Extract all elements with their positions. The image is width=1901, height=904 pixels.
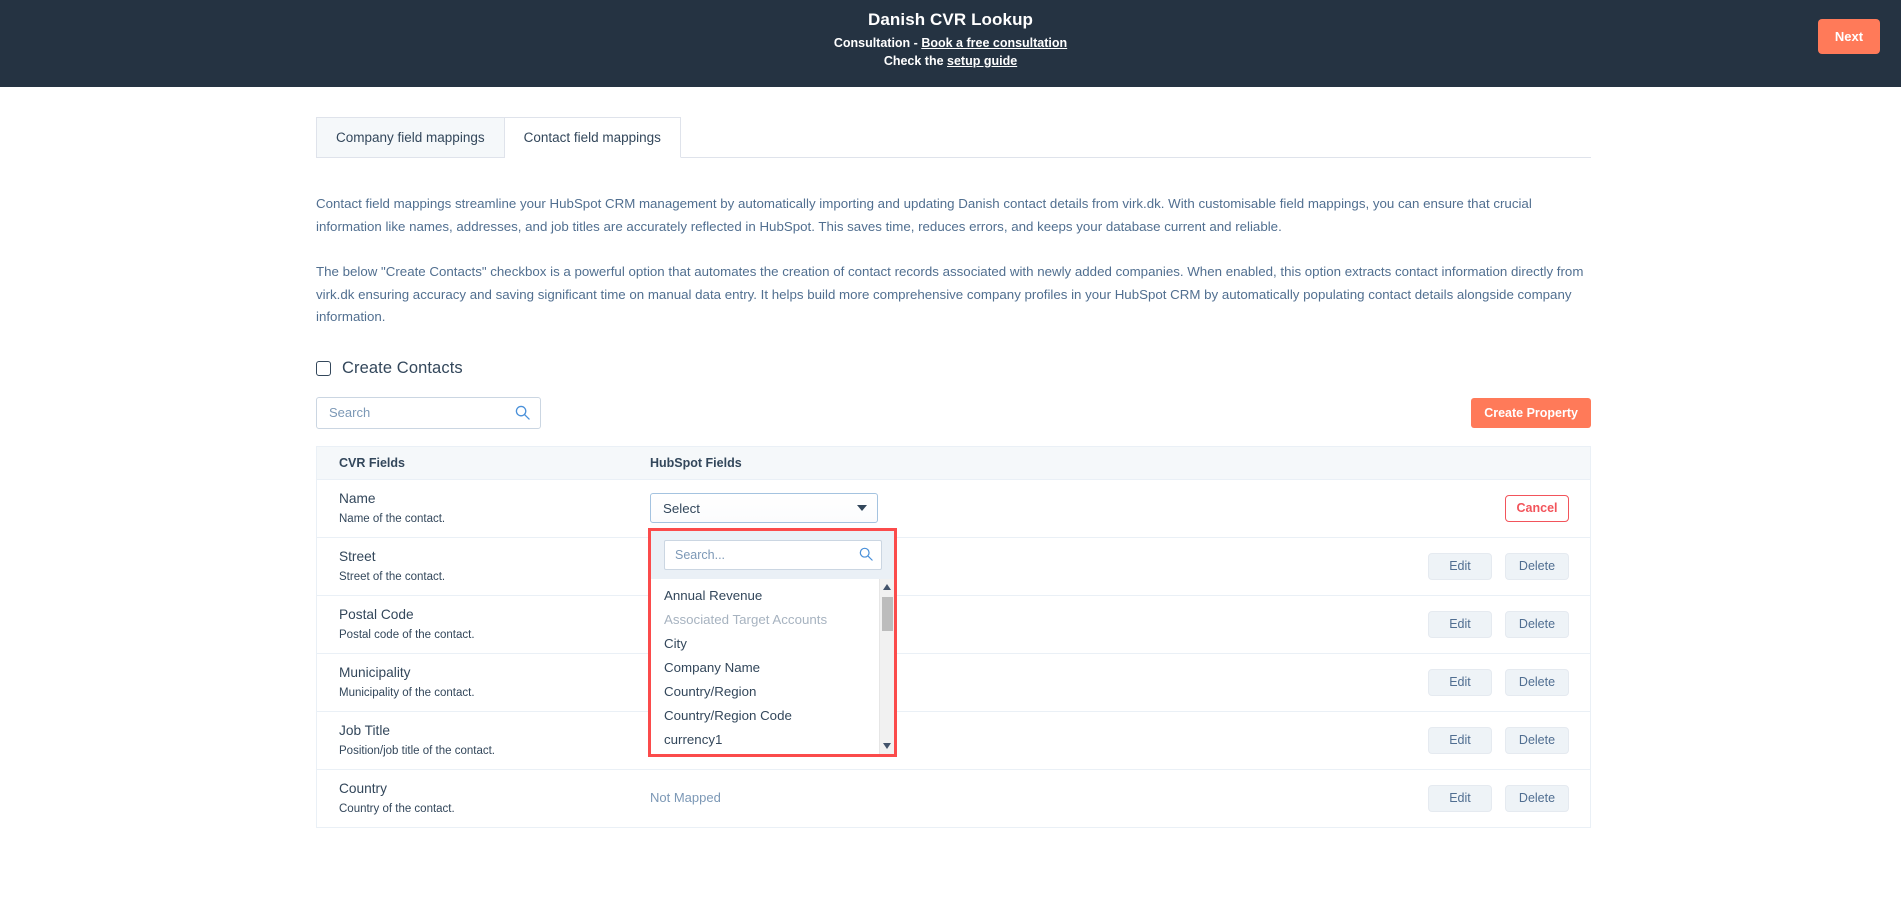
table-toolbar: Create Property	[316, 396, 1591, 429]
delete-button[interactable]: Delete	[1505, 610, 1569, 638]
chevron-down-icon	[857, 505, 867, 511]
dropdown-option-country-region-code[interactable]: Country/Region Code	[651, 703, 894, 727]
dropdown-option-country-region[interactable]: Country/Region	[651, 679, 894, 703]
dropdown-scrollbar[interactable]	[879, 579, 894, 754]
cvr-field-description: Postal code of the contact.	[339, 628, 475, 641]
edit-button[interactable]: Edit	[1428, 552, 1492, 580]
page-body: Company field mappings Contact field map…	[0, 117, 1901, 828]
row-actions: Edit Delete	[1170, 784, 1590, 812]
dropdown-search-wrapper	[664, 540, 882, 570]
dropdown-option-list[interactable]: Annual Revenue Associated Target Account…	[651, 579, 894, 754]
cvr-field-cell: Name Name of the contact.	[317, 489, 650, 528]
cvr-field-description: Street of the contact.	[339, 570, 446, 583]
table-row: Postal Code Postal code of the contact. …	[317, 596, 1590, 654]
cvr-field-cell: Job Title Position/job title of the cont…	[317, 721, 650, 760]
column-header-hubspot-fields: HubSpot Fields	[650, 455, 742, 470]
book-consultation-link[interactable]: Book a free consultation	[921, 36, 1067, 50]
create-property-button[interactable]: Create Property	[1471, 397, 1591, 428]
app-header: Danish CVR Lookup Consultation - Book a …	[0, 0, 1901, 87]
cvr-field-description: Country of the contact.	[339, 802, 455, 815]
scroll-up-arrow-icon[interactable]	[883, 584, 891, 590]
edit-button[interactable]: Edit	[1428, 668, 1492, 696]
field-mappings-table: CVR Fields HubSpot Fields Name Name of t…	[316, 445, 1591, 828]
consultation-line: Consultation - Book a free consultation	[834, 34, 1067, 52]
intro-paragraph-2: The below "Create Contacts" checkbox is …	[316, 264, 1584, 324]
delete-button[interactable]: Delete	[1505, 552, 1569, 580]
row-actions: Edit Delete	[1170, 668, 1590, 696]
edit-button[interactable]: Edit	[1428, 726, 1492, 754]
edit-button[interactable]: Edit	[1428, 784, 1492, 812]
dropdown-option-company-name[interactable]: Company Name	[651, 655, 894, 679]
hubspot-field-cell: Select Annu	[648, 493, 1170, 757]
table-row: Street Street of the contact. Edit Delet…	[317, 538, 1590, 596]
table-row: Name Name of the contact. Select Search.…	[317, 480, 1590, 757]
tab-contact-field-mappings[interactable]: Contact field mappings	[504, 117, 681, 158]
next-button[interactable]: Next	[1818, 19, 1880, 54]
column-header-cvr-fields: CVR Fields	[339, 455, 405, 470]
row-actions: Cancel	[1170, 494, 1590, 522]
table-row: Job Title Position/job title of the cont…	[317, 712, 1590, 770]
cvr-field-description: Name of the contact.	[339, 512, 446, 525]
cancel-button[interactable]: Cancel	[1505, 494, 1569, 522]
cvr-field-name: Municipality	[339, 664, 411, 680]
dropdown-option-annual-revenue[interactable]: Annual Revenue	[651, 583, 894, 607]
cvr-field-name: Street	[339, 548, 376, 564]
delete-button[interactable]: Delete	[1505, 726, 1569, 754]
cvr-field-cell: Municipality Municipality of the contact…	[317, 663, 650, 702]
setup-guide-line: Check the setup guide	[884, 52, 1017, 70]
hubspot-field-dropdown-panel: Annual Revenue Associated Target Account…	[648, 528, 897, 757]
table-row: Municipality Municipality of the contact…	[317, 654, 1590, 712]
cvr-field-name: Job Title	[339, 722, 390, 738]
cvr-field-name: Name	[339, 490, 376, 506]
delete-button[interactable]: Delete	[1505, 668, 1569, 696]
dropdown-option-currency1[interactable]: currency1	[651, 727, 894, 751]
cvr-field-name: Postal Code	[339, 606, 414, 622]
consultation-prefix: Consultation -	[833, 36, 922, 50]
create-contacts-label: Create Contacts	[342, 358, 463, 377]
tab-company-field-mappings[interactable]: Company field mappings	[316, 117, 505, 158]
table-header-row: CVR Fields HubSpot Fields	[317, 446, 1590, 480]
hubspot-field-cell: Not Mapped	[650, 789, 1170, 807]
search-input[interactable]	[316, 396, 541, 429]
edit-button[interactable]: Edit	[1428, 610, 1492, 638]
dropdown-search-zone	[651, 531, 894, 579]
scroll-down-arrow-icon[interactable]	[883, 743, 891, 749]
tab-bar: Company field mappings Contact field map…	[316, 117, 1591, 158]
hubspot-field-select-value: Select	[663, 500, 700, 516]
cvr-field-name: Country	[339, 780, 387, 796]
create-contacts-checkbox[interactable]	[316, 360, 331, 376]
page-title: Danish CVR Lookup	[867, 10, 1034, 29]
row-actions: Edit Delete	[1170, 552, 1590, 580]
dropdown-search-input[interactable]	[664, 540, 882, 570]
dropdown-option-city[interactable]: City	[651, 631, 894, 655]
cvr-field-cell: Country Country of the contact.	[317, 779, 650, 818]
dropdown-option-associated-target-accounts: Associated Target Accounts	[664, 611, 828, 627]
not-mapped-status: Not Mapped	[650, 790, 721, 805]
cvr-field-cell: Street Street of the contact.	[317, 547, 650, 586]
intro-paragraph-1: Contact field mappings streamline your H…	[316, 196, 1532, 234]
delete-button[interactable]: Delete	[1505, 784, 1569, 812]
create-contacts-row: Create Contacts	[316, 359, 1901, 378]
search-field-wrapper	[316, 396, 541, 429]
table-row: Country Country of the contact. Not Mapp…	[317, 770, 1590, 828]
row-actions: Edit Delete	[1170, 610, 1590, 638]
hubspot-field-select[interactable]: Select	[650, 493, 878, 523]
setup-guide-prefix: Check the	[883, 54, 948, 68]
cvr-field-description: Position/job title of the contact.	[339, 744, 495, 757]
scrollbar-thumb[interactable]	[882, 597, 893, 631]
row-actions: Edit Delete	[1170, 726, 1590, 754]
cvr-field-cell: Postal Code Postal code of the contact.	[317, 605, 650, 644]
cvr-field-description: Municipality of the contact.	[339, 686, 475, 699]
setup-guide-link[interactable]: setup guide	[947, 54, 1017, 68]
